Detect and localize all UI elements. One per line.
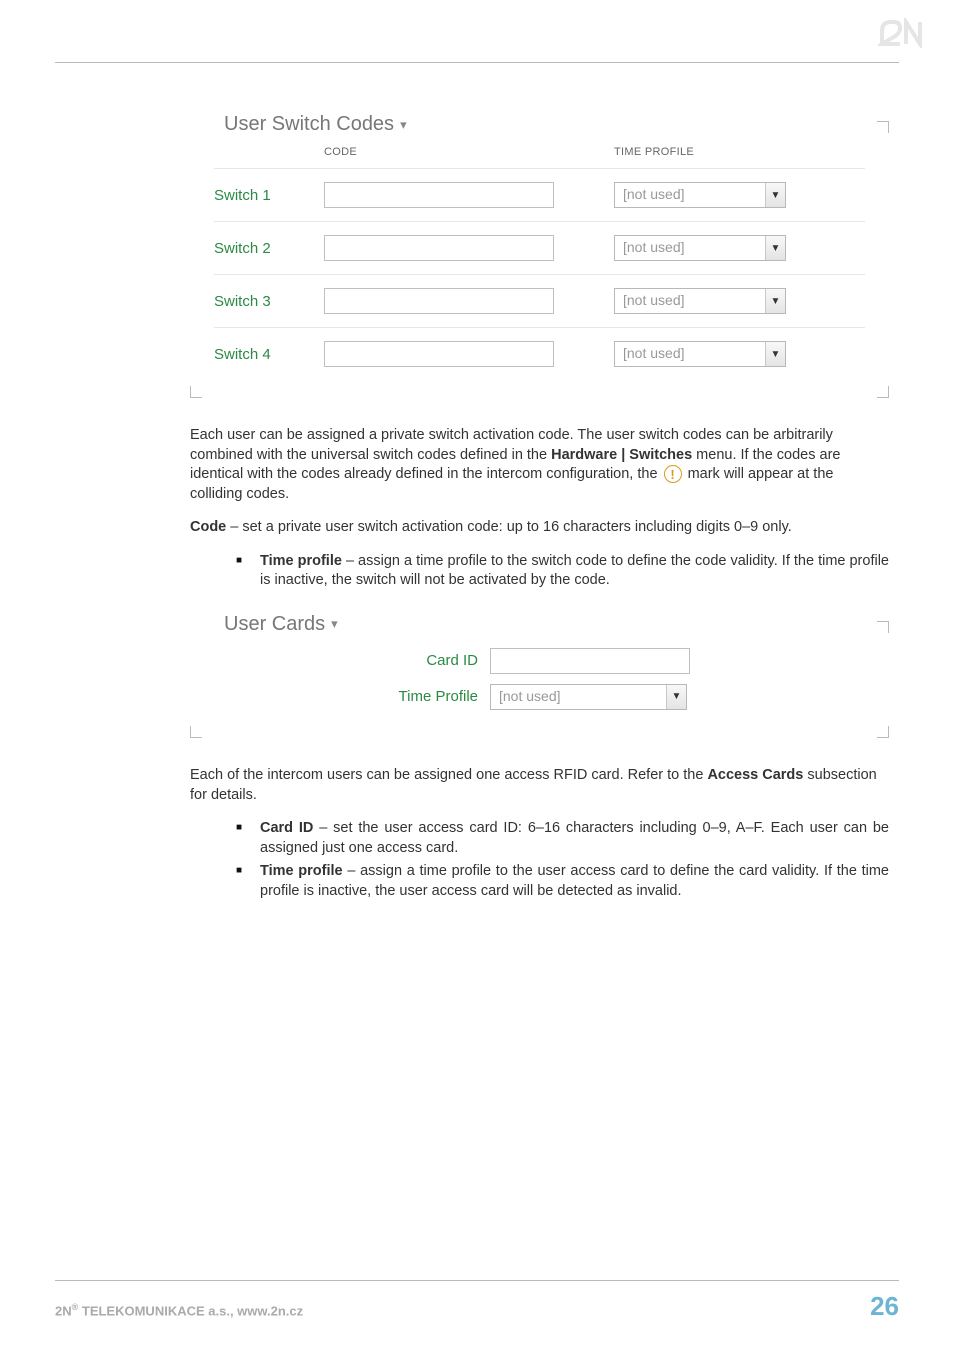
footer-divider (55, 1280, 899, 1281)
select-value: [not used] (615, 183, 765, 207)
switch-label: Switch 3 (214, 293, 324, 310)
user-switch-codes-section: User Switch Codes ▾ CODE TIME PROFILE Sw… (190, 113, 889, 398)
switch-label: Switch 2 (214, 240, 324, 257)
page-footer: 2N® TELEKOMUNIKACE a.s., www.2n.cz 26 (55, 1280, 899, 1322)
caret-down-icon: ▼ (765, 342, 785, 366)
switch4-profile-select[interactable]: [not used] ▼ (614, 341, 786, 367)
warning-icon: ! (664, 465, 682, 483)
switch-row: Switch 1 [not used] ▼ (214, 168, 865, 221)
user-switch-codes-legend[interactable]: User Switch Codes ▾ (190, 113, 419, 136)
paragraph: Code – set a private user switch activat… (190, 518, 889, 538)
select-value: [not used] (491, 685, 666, 709)
switch4-code-input[interactable] (324, 341, 554, 367)
switch-row: Switch 4 [not used] ▼ (214, 327, 865, 380)
page-number: 26 (870, 1291, 899, 1322)
paragraph: Each user can be assigned a private swit… (190, 426, 889, 504)
footer-company: 2N® TELEKOMUNIKACE a.s., www.2n.cz (55, 1302, 303, 1318)
legend-label: User Switch Codes (224, 113, 394, 136)
switch-label: Switch 1 (214, 187, 324, 204)
select-value: [not used] (615, 236, 765, 260)
user-cards-section: User Cards ▾ Card ID Time Profile [not u… (190, 613, 889, 738)
caret-down-icon: ▼ (765, 183, 785, 207)
switch2-profile-select[interactable]: [not used] ▼ (614, 235, 786, 261)
bullet-item: Time profile – assign a time profile to … (236, 552, 889, 591)
card-time-profile-select[interactable]: [not used] ▼ (490, 684, 687, 710)
col-header-time-profile: TIME PROFILE (584, 146, 865, 158)
col-header-code: CODE (324, 146, 584, 158)
switch-row: Switch 2 [not used] ▼ (214, 221, 865, 274)
caret-down-icon: ▼ (765, 289, 785, 313)
bullet-item: Card ID – set the user access card ID: 6… (236, 819, 889, 858)
switch3-code-input[interactable] (324, 288, 554, 314)
brand-logo (878, 18, 924, 51)
switch1-profile-select[interactable]: [not used] ▼ (614, 182, 786, 208)
switch1-code-input[interactable] (324, 182, 554, 208)
card-id-label: Card ID (220, 652, 490, 669)
header-divider (55, 62, 899, 63)
switch-row: Switch 3 [not used] ▼ (214, 274, 865, 327)
switch-label: Switch 4 (214, 346, 324, 363)
legend-label: User Cards (224, 613, 325, 636)
select-value: [not used] (615, 342, 765, 366)
card-id-input[interactable] (490, 648, 690, 674)
switch2-code-input[interactable] (324, 235, 554, 261)
time-profile-label: Time Profile (220, 688, 490, 705)
chevron-down-icon: ▾ (400, 117, 407, 133)
user-cards-legend[interactable]: User Cards ▾ (190, 613, 350, 636)
bullet-item: Time profile – assign a time profile to … (236, 862, 889, 901)
chevron-down-icon: ▾ (331, 616, 338, 632)
caret-down-icon: ▼ (765, 236, 785, 260)
paragraph: Each of the intercom users can be assign… (190, 766, 889, 805)
select-value: [not used] (615, 289, 765, 313)
switch3-profile-select[interactable]: [not used] ▼ (614, 288, 786, 314)
caret-down-icon: ▼ (666, 685, 686, 709)
